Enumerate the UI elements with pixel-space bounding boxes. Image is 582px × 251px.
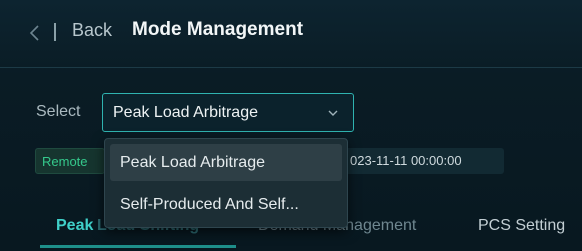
page-title: Mode Management <box>132 19 304 40</box>
dropdown-option-peak-load-arbitrage[interactable]: Peak Load Arbitrage <box>110 144 342 181</box>
dropdown-option-self-produced[interactable]: Self-Produced And Self... <box>110 186 342 223</box>
back-button[interactable]: Back <box>72 20 112 41</box>
tab-peak-load-shifting[interactable]: Peak <box>56 217 93 235</box>
remote-status-badge: Remote <box>35 148 105 174</box>
select-value: Peak Load Arbitrage <box>113 103 258 121</box>
header-divider <box>54 23 56 41</box>
active-tab-underline <box>40 245 236 248</box>
select-label: Select <box>36 103 81 120</box>
mode-dropdown-menu: Peak Load Arbitrage Self-Produced And Se… <box>104 138 348 228</box>
chevron-down-icon <box>327 106 339 118</box>
mode-select[interactable]: Peak Load Arbitrage <box>102 93 354 132</box>
chevron-left-icon[interactable] <box>28 24 42 42</box>
mode-management-screen: Back Mode Management Select Peak Load Ar… <box>0 0 582 251</box>
header: Back Mode Management <box>0 0 582 68</box>
tab-pcs-setting[interactable]: PCS Setting <box>478 217 565 235</box>
